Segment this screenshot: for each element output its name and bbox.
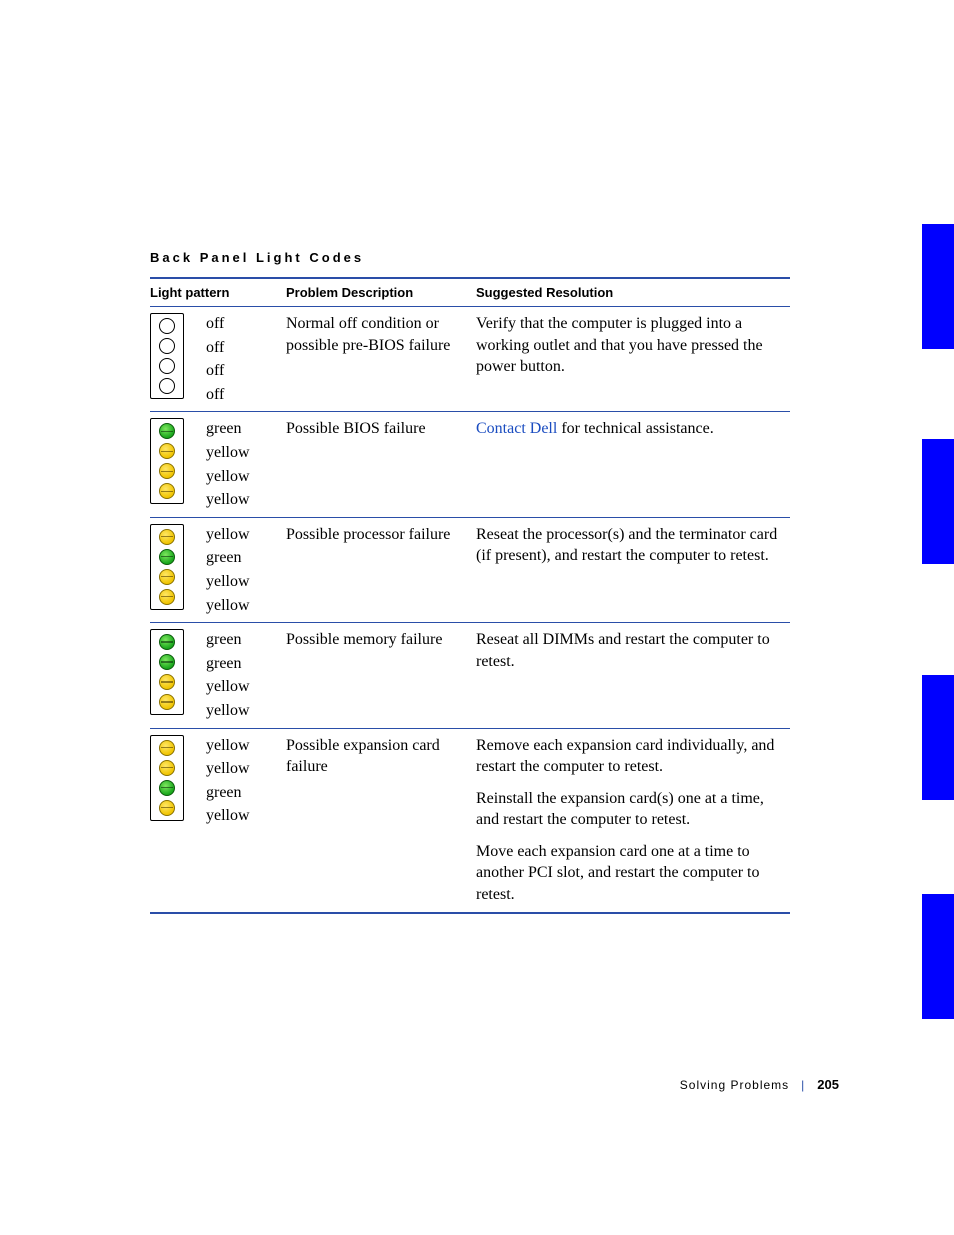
- light-pattern-labels: yellowgreenyellowyellow: [206, 517, 286, 622]
- led-green-icon: [159, 654, 175, 670]
- table-row: yellowgreenyellowyellowPossible processo…: [150, 517, 790, 622]
- suggested-resolution: Reseat the processor(s) and the terminat…: [476, 517, 790, 622]
- table-row: greengreenyellowyellowPossible memory fa…: [150, 623, 790, 728]
- color-label: off: [206, 313, 276, 335]
- light-pattern-icon: [150, 623, 206, 728]
- led-yellow-icon: [159, 463, 175, 479]
- led-green-icon: [159, 549, 175, 565]
- footer-divider: |: [801, 1078, 805, 1092]
- light-pattern-labels: offoffoffoff: [206, 307, 286, 412]
- table-row: yellowyellowgreenyellowPossible expansio…: [150, 728, 790, 913]
- color-label: green: [206, 547, 276, 569]
- light-pattern-icon: [150, 517, 206, 622]
- header-problem: Problem Description: [286, 278, 476, 307]
- led-yellow-icon: [159, 800, 175, 816]
- footer-section: Solving Problems: [680, 1078, 789, 1092]
- table-row: offoffoffoffNormal off condition or poss…: [150, 307, 790, 412]
- led-yellow-icon: [159, 569, 175, 585]
- contact-dell-link[interactable]: Contact Dell: [476, 420, 557, 437]
- color-label: green: [206, 653, 276, 675]
- color-label: yellow: [206, 676, 276, 698]
- section-tab: [922, 894, 954, 1019]
- light-pattern-labels: greengreenyellowyellow: [206, 623, 286, 728]
- main-content: Back Panel Light Codes Light pattern Pro…: [150, 250, 790, 914]
- color-label: yellow: [206, 735, 276, 757]
- led-green-icon: [159, 423, 175, 439]
- problem-description: Possible BIOS failure: [286, 412, 476, 517]
- problem-description: Normal off condition or possible pre-BIO…: [286, 307, 476, 412]
- color-label: off: [206, 384, 276, 406]
- problem-description: Possible processor failure: [286, 517, 476, 622]
- light-codes-table: Light pattern Problem Description Sugges…: [150, 277, 790, 914]
- suggested-resolution: Verify that the computer is plugged into…: [476, 307, 790, 412]
- led-yellow-icon: [159, 443, 175, 459]
- section-tab: [922, 675, 954, 800]
- color-label: yellow: [206, 466, 276, 488]
- color-label: yellow: [206, 442, 276, 464]
- section-tab: [922, 224, 954, 349]
- led-green-icon: [159, 634, 175, 650]
- led-off-icon: [159, 358, 175, 374]
- led-yellow-icon: [159, 694, 175, 710]
- header-suggest: Suggested Resolution: [476, 278, 790, 307]
- suggested-resolution: Reseat all DIMMs and restart the compute…: [476, 623, 790, 728]
- light-pattern-labels: yellowyellowgreenyellow: [206, 728, 286, 913]
- suggest-text: for technical assistance.: [557, 420, 713, 437]
- led-yellow-icon: [159, 760, 175, 776]
- led-off-icon: [159, 338, 175, 354]
- problem-description: Possible expansion card failure: [286, 728, 476, 913]
- color-label: green: [206, 782, 276, 804]
- suggest-text: Reinstall the expansion card(s) one at a…: [476, 788, 780, 831]
- light-pattern-labels: greenyellowyellowyellow: [206, 412, 286, 517]
- light-pattern-icon: [150, 412, 206, 517]
- color-label: yellow: [206, 805, 276, 827]
- suggest-text: Reseat all DIMMs and restart the compute…: [476, 629, 780, 672]
- light-pattern-icon: [150, 307, 206, 412]
- led-yellow-icon: [159, 674, 175, 690]
- led-yellow-icon: [159, 589, 175, 605]
- color-label: yellow: [206, 571, 276, 593]
- color-label: yellow: [206, 700, 276, 722]
- color-label: yellow: [206, 595, 276, 617]
- color-label: yellow: [206, 758, 276, 780]
- color-label: off: [206, 337, 276, 359]
- problem-description: Possible memory failure: [286, 623, 476, 728]
- suggested-resolution: Remove each expansion card individually,…: [476, 728, 790, 913]
- suggest-text: Remove each expansion card individually,…: [476, 735, 780, 778]
- led-yellow-icon: [159, 483, 175, 499]
- led-off-icon: [159, 378, 175, 394]
- light-pattern-icon: [150, 728, 206, 913]
- color-label: yellow: [206, 524, 276, 546]
- section-tab: [922, 439, 954, 564]
- table-row: greenyellowyellowyellowPossible BIOS fai…: [150, 412, 790, 517]
- color-label: green: [206, 418, 276, 440]
- suggested-resolution: Contact Dell for technical assistance.: [476, 412, 790, 517]
- color-label: green: [206, 629, 276, 651]
- header-pattern: Light pattern: [150, 278, 286, 307]
- page-footer: Solving Problems | 205: [680, 1077, 839, 1092]
- led-off-icon: [159, 318, 175, 334]
- led-yellow-icon: [159, 740, 175, 756]
- section-title: Back Panel Light Codes: [150, 250, 790, 265]
- color-label: yellow: [206, 489, 276, 511]
- suggest-text: Verify that the computer is plugged into…: [476, 313, 780, 378]
- led-yellow-icon: [159, 529, 175, 545]
- suggest-text: Reseat the processor(s) and the terminat…: [476, 524, 780, 567]
- footer-page: 205: [817, 1077, 839, 1092]
- suggest-text: Move each expansion card one at a time t…: [476, 841, 780, 906]
- color-label: off: [206, 360, 276, 382]
- led-green-icon: [159, 780, 175, 796]
